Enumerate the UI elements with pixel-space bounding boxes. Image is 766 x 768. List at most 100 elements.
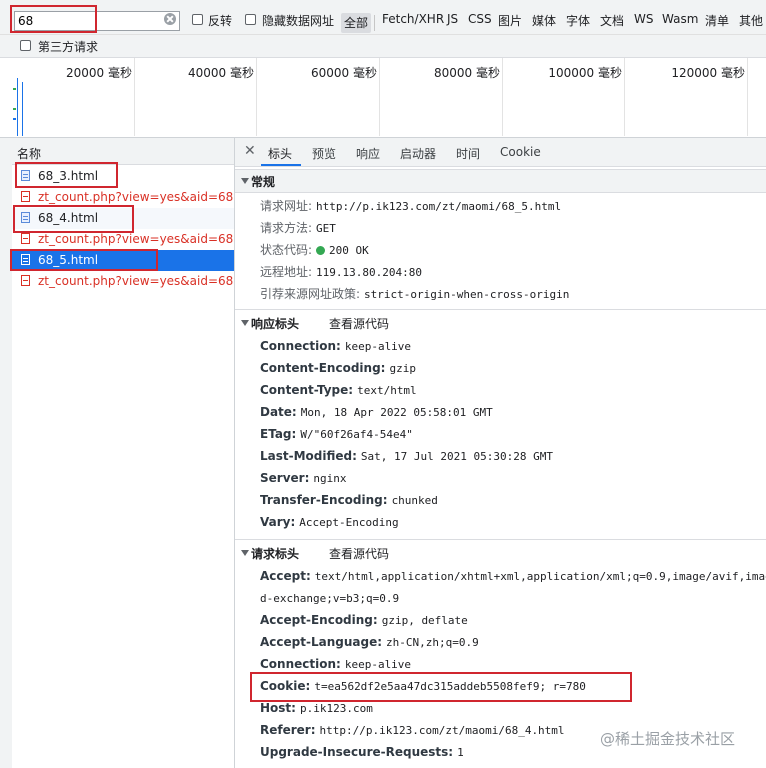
request-headers-section-header[interactable]: 请求标头 查看源代码 xyxy=(235,542,766,564)
tab-response[interactable]: 响应 xyxy=(356,145,380,162)
name-column-header[interactable]: 名称 xyxy=(12,138,234,165)
close-icon[interactable]: ✕ xyxy=(244,143,256,159)
header-value: keep-alive xyxy=(344,658,412,671)
toolbar-divider xyxy=(374,15,375,31)
annotation-box-68-3 xyxy=(15,162,118,188)
third-party-row: 第三方请求 xyxy=(0,35,766,58)
header-key: Server: xyxy=(260,471,310,485)
network-filter-bar: 反转 隐藏数据网址 全部 Fetch/XHR JS CSS 图片 媒体 字体 文… xyxy=(0,4,766,35)
type-filter-manifest[interactable]: 清单 xyxy=(705,12,729,29)
type-filter-wasm[interactable]: Wasm xyxy=(662,12,698,26)
tab-timing[interactable]: 时间 xyxy=(456,145,480,162)
response-headers-section-header[interactable]: 响应标头 查看源代码 xyxy=(235,312,766,334)
response-header-row: Connection: keep-alive xyxy=(260,339,411,357)
header-value: keep-alive xyxy=(344,340,412,353)
header-value: 1 xyxy=(457,746,464,759)
view-source-link[interactable]: 查看源代码 xyxy=(329,545,389,562)
timeline-tick-label: 80000 毫秒 xyxy=(434,66,500,80)
type-filter-ws[interactable]: WS xyxy=(634,12,653,26)
request-header-row: Upgrade-Insecure-Requests: 1 xyxy=(260,745,464,763)
tab-preview[interactable]: 预览 xyxy=(312,145,336,162)
header-key: Accept: xyxy=(260,569,311,583)
general-section-header[interactable]: 常规 xyxy=(235,169,766,193)
timeline-grid-line xyxy=(379,58,380,136)
header-key: Referer: xyxy=(260,723,316,737)
timeline-grid-line xyxy=(134,58,135,136)
header-value: W/"60f26af4-54e4" xyxy=(300,428,413,441)
type-filter-media[interactable]: 媒体 xyxy=(532,12,556,29)
request-header-row: Accept-Encoding: gzip, deflate xyxy=(260,613,468,631)
header-key: Accept-Language: xyxy=(260,635,383,649)
error-request-icon xyxy=(21,191,30,202)
invert-checkbox[interactable] xyxy=(192,14,203,25)
timeline-marker xyxy=(13,108,16,110)
header-value: GET xyxy=(316,222,336,235)
timeline-grid-line xyxy=(624,58,625,136)
request-name: zt_count.php?view=yes&aid=68 xyxy=(38,190,234,204)
header-key: Connection: xyxy=(260,657,341,671)
response-header-row: Server: nginx xyxy=(260,471,347,489)
timeline-tick-label: 120000 毫秒 xyxy=(671,66,745,80)
response-header-row: Content-Type: text/html xyxy=(260,383,417,401)
type-filter-font[interactable]: 字体 xyxy=(566,12,590,29)
tab-headers[interactable]: 标头 xyxy=(268,145,292,162)
general-row: 引荐来源网址政策: strict-origin-when-cross-origin xyxy=(260,285,569,303)
timeline-grid-line xyxy=(747,58,748,136)
header-key: Transfer-Encoding: xyxy=(260,493,388,507)
timeline-request-bar xyxy=(17,78,18,136)
type-filter-fetch-xhr[interactable]: Fetch/XHR xyxy=(382,12,444,26)
header-value: Accept-Encoding xyxy=(299,516,399,529)
header-value: 119.13.80.204:80 xyxy=(316,266,423,279)
response-header-row: Last-Modified: Sat, 17 Jul 2021 05:30:28 … xyxy=(260,449,553,467)
request-row[interactable]: zt_count.php?view=yes&aid=68 xyxy=(12,271,234,292)
header-value: text/html,application/xhtml+xml,applicat… xyxy=(314,570,766,583)
request-header-row-continued: d-exchange;v=b3;q=0.9 xyxy=(260,591,399,609)
header-key: 远程地址: xyxy=(260,265,313,279)
collapse-triangle-icon xyxy=(241,178,249,184)
detail-tab-bar: ✕ 标头 预览 响应 启动器 时间 Cookie xyxy=(235,138,766,167)
timeline-grid-line xyxy=(256,58,257,136)
type-filter-img[interactable]: 图片 xyxy=(498,12,522,29)
error-request-icon xyxy=(21,275,30,286)
request-name: zt_count.php?view=yes&aid=68 xyxy=(38,232,234,246)
clear-filter-icon[interactable] xyxy=(164,13,176,25)
annotation-box-cookie xyxy=(250,672,632,702)
header-value: d-exchange;v=b3;q=0.9 xyxy=(260,592,400,605)
general-row: 请求网址: http://p.ik123.com/zt/maomi/68_5.ht… xyxy=(260,197,561,215)
section-title: 请求标头 xyxy=(251,547,300,561)
timeline-overview[interactable]: 20000 毫秒 40000 毫秒 60000 毫秒 80000 毫秒 1000… xyxy=(0,58,766,138)
header-value: gzip xyxy=(389,362,416,375)
type-filter-js[interactable]: JS xyxy=(447,12,458,26)
timeline-grid-line xyxy=(502,58,503,136)
header-key: Content-Encoding: xyxy=(260,361,386,375)
timeline-tick-label: 20000 毫秒 xyxy=(66,66,132,80)
header-value: p.ik123.com xyxy=(299,702,373,715)
header-key: Upgrade-Insecure-Requests: xyxy=(260,745,454,759)
timeline-tick-label: 60000 毫秒 xyxy=(311,66,377,80)
collapse-triangle-icon xyxy=(241,320,249,326)
third-party-label: 第三方请求 xyxy=(38,40,99,54)
hide-data-urls-checkbox[interactable] xyxy=(245,14,256,25)
watermark-text: @稀土掘金技术社区 xyxy=(600,730,736,748)
active-tab-indicator xyxy=(261,164,301,166)
invert-label: 反转 xyxy=(208,14,233,28)
section-title: 响应标头 xyxy=(251,317,300,331)
header-value: gzip, deflate xyxy=(381,614,468,627)
view-source-link[interactable]: 查看源代码 xyxy=(329,315,389,332)
header-value: zh-CN,zh;q=0.9 xyxy=(386,636,479,649)
type-filter-doc[interactable]: 文档 xyxy=(600,12,624,29)
general-row: 状态代码: 200 OK xyxy=(260,241,369,259)
header-key: 请求网址: xyxy=(260,199,313,213)
header-key: Last-Modified: xyxy=(260,449,357,463)
header-key: Date: xyxy=(260,405,297,419)
header-key: 请求方法: xyxy=(260,221,313,235)
type-filter-all[interactable]: 全部 xyxy=(341,13,372,33)
tab-cookies[interactable]: Cookie xyxy=(500,145,541,159)
type-filter-other[interactable]: 其他 xyxy=(739,12,763,29)
response-header-row: ETag: W/"60f26af4-54e4" xyxy=(260,427,413,445)
error-request-icon xyxy=(21,233,30,244)
tab-initiator[interactable]: 启动器 xyxy=(400,145,436,162)
third-party-checkbox[interactable] xyxy=(20,40,31,51)
type-filter-css[interactable]: CSS xyxy=(468,12,492,26)
header-value: nginx xyxy=(313,472,347,485)
